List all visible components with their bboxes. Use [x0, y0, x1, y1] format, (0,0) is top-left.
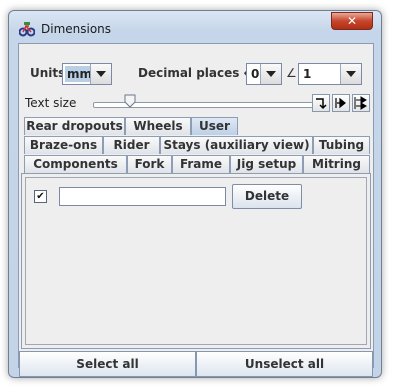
unselect-all-button[interactable]: Unselect all — [196, 351, 373, 377]
arrow-split-icon[interactable] — [352, 94, 370, 112]
tab-components[interactable]: Components — [24, 155, 127, 173]
units-select[interactable]: mm — [62, 63, 112, 85]
user-dimension-name-field[interactable] — [59, 187, 226, 206]
tab-rider[interactable]: Rider — [103, 136, 160, 154]
user-list: ✔ Delete — [25, 177, 367, 345]
user-row-checkbox[interactable]: ✔ — [34, 190, 47, 203]
angle-decimals-value: 1 — [303, 67, 312, 81]
angle-icon: ∠ — [286, 66, 297, 80]
dialog-content: Units mm Decimal places ↔ 0 ∠ 1 Text siz… — [18, 43, 374, 377]
tab-wheels[interactable]: Wheels — [125, 117, 191, 135]
chevron-down-icon[interactable] — [260, 64, 281, 84]
tab-rear-dropouts[interactable]: Rear dropouts — [24, 117, 125, 135]
tab-fork[interactable]: Fork — [127, 155, 172, 173]
user-tab-panel: ✔ Delete — [21, 173, 371, 349]
title-bar: Dimensions ✕ — [9, 11, 381, 41]
window-title: Dimensions — [41, 22, 112, 36]
tab-mitring[interactable]: Mitring — [303, 155, 370, 173]
chevron-down-icon[interactable] — [340, 64, 361, 84]
decimal-places-label: Decimal places ↔ — [138, 66, 254, 80]
tab-jig-setup[interactable]: Jig setup — [230, 155, 303, 173]
delete-button[interactable]: Delete — [232, 184, 302, 209]
select-all-button[interactable]: Select all — [19, 351, 196, 377]
tab-stays-auxiliary-view[interactable]: Stays (auxiliary view) — [160, 136, 313, 154]
angle-decimals-select[interactable]: 1 — [298, 63, 362, 85]
chevron-down-icon[interactable] — [90, 64, 111, 84]
slider-thumb[interactable] — [124, 94, 136, 108]
dimensions-window: Dimensions ✕ Units mm Decimal places ↔ 0… — [8, 10, 382, 378]
bicycle-app-icon — [19, 22, 35, 37]
units-label: Units — [30, 66, 66, 80]
arrow-corner-up-icon[interactable] — [312, 94, 330, 112]
tab-user[interactable]: User — [191, 117, 238, 135]
tab-tubing[interactable]: Tubing — [313, 136, 370, 154]
arrow-right-icon[interactable] — [332, 94, 350, 112]
tab-frame[interactable]: Frame — [172, 155, 230, 173]
text-size-label: Text size — [25, 96, 77, 110]
length-decimals-select[interactable]: 0 — [246, 63, 282, 85]
close-button[interactable]: ✕ — [331, 12, 373, 30]
tab-braze-ons[interactable]: Braze-ons — [24, 136, 103, 154]
